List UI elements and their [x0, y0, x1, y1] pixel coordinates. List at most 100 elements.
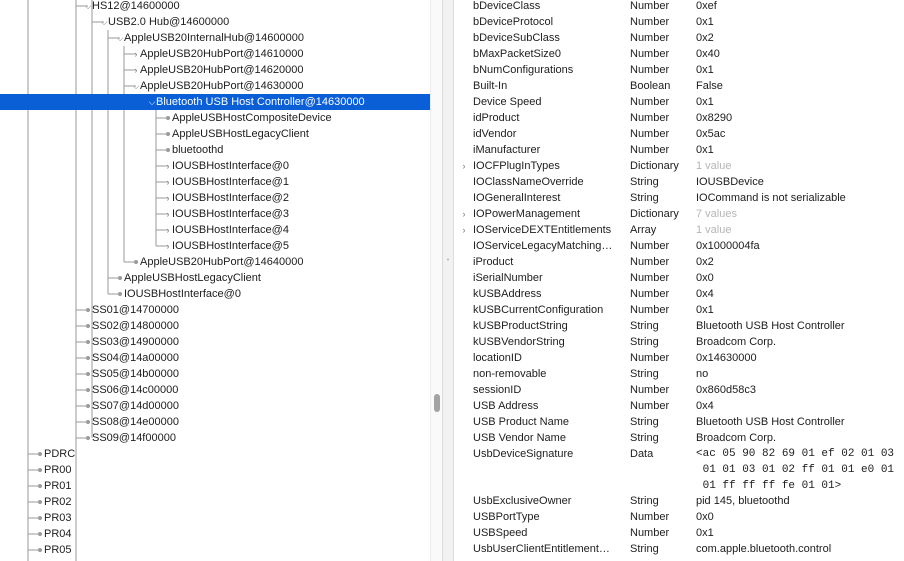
tree-row[interactable]: › AppleUSB20HubPort@14610000 [0, 46, 430, 62]
property-row[interactable]: non-removable String no [454, 366, 904, 382]
property-value: com.apple.bluetooth.control [696, 543, 832, 555]
tree-row[interactable]: ⌵ HS12@14600000 [0, 0, 430, 14]
tree-row[interactable]: SS07@14d00000 [0, 398, 430, 414]
tree-row-label: USB2.0 Hub@14600000 [108, 16, 230, 28]
chevron-right-icon[interactable]: › [459, 158, 469, 174]
property-type: Number [630, 16, 670, 28]
tree-row[interactable]: PR01 [0, 478, 430, 494]
property-value: 0x2 [696, 256, 714, 268]
tree-row[interactable]: SS01@14700000 [0, 302, 430, 318]
tree-row[interactable]: SS04@14a00000 [0, 350, 430, 366]
tree-row[interactable]: PR02 [0, 494, 430, 510]
tree-row[interactable]: › IOUSBHostInterface@5 [0, 238, 430, 254]
tree-row[interactable]: SS03@14900000 [0, 334, 430, 350]
tree-row[interactable]: AppleUSBHostCompositeDevice [0, 110, 430, 126]
property-row[interactable]: sessionID Number 0x860d58c3 [454, 382, 904, 398]
chevron-right-icon[interactable]: › [459, 222, 469, 238]
tree-row[interactable]: PR05 [0, 542, 430, 558]
property-row[interactable]: bNumConfigurations Number 0x1 [454, 62, 904, 78]
tree-row[interactable]: SS02@14800000 [0, 318, 430, 334]
property-row[interactable]: Device Speed Number 0x1 [454, 94, 904, 110]
property-row[interactable]: UsbUserClientEntitlement… String com.apple… [454, 541, 904, 557]
tree-row[interactable]: SS09@14f00000 [0, 430, 430, 446]
property-row[interactable]: Built-In Boolean False [454, 78, 904, 94]
tree-row[interactable]: IOUSBHostInterface@0 [0, 286, 430, 302]
property-key: kUSBVendorString [473, 336, 565, 348]
property-value: 0x1000004fa [696, 240, 760, 252]
property-row[interactable]: USB Product Name String Bluetooth USB Host… [454, 414, 904, 430]
property-row[interactable]: iProduct Number 0x2 [454, 254, 904, 270]
tree-row-label: PR00 [44, 464, 72, 476]
tree-row[interactable]: ⌵ USB2.0 Hub@14600000 [0, 14, 430, 30]
registry-tree[interactable]: ⌵ HS12@14600000 ⌵ USB2.0 Hub@14600000 ⌵ Apple… [0, 0, 430, 561]
tree-row[interactable]: PR03 [0, 510, 430, 526]
property-type: Number [630, 32, 670, 44]
tree-scrollbar-thumb[interactable] [434, 394, 440, 412]
property-row[interactable]: UsbDeviceSignature Data <ac 05 90 82 69 01… [454, 446, 904, 494]
property-row[interactable]: kUSBVendorString String Broadcom Corp. [454, 334, 904, 350]
property-type: Number [630, 352, 670, 364]
property-row[interactable]: USBSpeed Number 0x1 [454, 525, 904, 541]
tree-row-label: PR02 [44, 496, 72, 508]
property-row[interactable]: › IOPowerManagement Dictionary 7 values [454, 206, 904, 222]
property-key: IOServiceLegacyMatching… [473, 240, 613, 252]
property-row[interactable]: IOServiceLegacyMatching… Number 0x1000004f… [454, 238, 904, 254]
tree-row[interactable]: PR04 [0, 526, 430, 542]
property-type: String [630, 416, 659, 428]
tree-row[interactable]: SS08@14e00000 [0, 414, 430, 430]
property-row[interactable]: locationID Number 0x14630000 [454, 350, 904, 366]
tree-row[interactable]: › IOUSBHostInterface@2 [0, 190, 430, 206]
property-row[interactable]: › IOCFPlugInTypes Dictionary 1 value [454, 158, 904, 174]
tree-row[interactable]: › IOUSBHostInterface@0 [0, 158, 430, 174]
tree-row[interactable]: ⌵ AppleUSB20HubPort@14630000 [0, 78, 430, 94]
property-type: String [630, 432, 659, 444]
tree-row[interactable]: PDRC [0, 446, 430, 462]
property-row[interactable]: kUSBAddress Number 0x4 [454, 286, 904, 302]
property-row[interactable]: kUSBCurrentConfiguration Number 0x1 [454, 302, 904, 318]
property-key: kUSBProductString [473, 320, 568, 332]
property-row[interactable]: bDeviceProtocol Number 0x1 [454, 14, 904, 30]
property-row[interactable]: USBPortType Number 0x0 [454, 509, 904, 525]
property-key: bNumConfigurations [473, 64, 574, 76]
property-row[interactable]: IOGeneralInterest String IOCommand is not … [454, 190, 904, 206]
chevron-right-icon[interactable]: › [459, 206, 469, 222]
tree-row-label: IOUSBHostInterface@2 [172, 192, 289, 204]
property-value: pid 145, bluetoothd [696, 495, 790, 507]
property-type: String [630, 176, 659, 188]
tree-row[interactable]: › IOUSBHostInterface@3 [0, 206, 430, 222]
property-value: 0x860d58c3 [696, 384, 756, 396]
tree-row[interactable]: › IOUSBHostInterface@4 [0, 222, 430, 238]
property-row[interactable]: UsbExclusiveOwner String pid 145, bluetoot… [454, 493, 904, 509]
tree-row-selected[interactable]: ⌵ Bluetooth USB Host Controller@14630000 [0, 94, 430, 110]
tree-row[interactable]: SS05@14b00000 [0, 366, 430, 382]
tree-row[interactable]: AppleUSBHostLegacyClient [0, 270, 430, 286]
property-row[interactable]: idVendor Number 0x5ac [454, 126, 904, 142]
tree-row[interactable]: PR00 [0, 462, 430, 478]
property-row[interactable]: bMaxPacketSize0 Number 0x40 [454, 46, 904, 62]
property-row[interactable]: USB Address Number 0x4 [454, 398, 904, 414]
property-row[interactable]: IOClassNameOverride String IOUSBDevice [454, 174, 904, 190]
property-row[interactable]: kUSBProductString String Bluetooth USB Hos… [454, 318, 904, 334]
property-type: String [630, 543, 659, 555]
tree-row[interactable]: bluetoothd [0, 142, 430, 158]
property-row[interactable]: bDeviceClass Number 0xef [454, 0, 904, 14]
property-value: False [696, 80, 723, 92]
property-type: Number [630, 112, 670, 124]
tree-row[interactable]: SS06@14c00000 [0, 382, 430, 398]
property-row[interactable]: bDeviceSubClass Number 0x2 [454, 30, 904, 46]
property-row[interactable]: iManufacturer Number 0x1 [454, 142, 904, 158]
tree-row[interactable]: AppleUSBHostLegacyClient [0, 126, 430, 142]
property-key: Built-In [473, 80, 508, 92]
tree-row[interactable]: ⌵ AppleUSB20InternalHub@14600000 [0, 30, 430, 46]
property-row[interactable]: › IOServiceDEXTEntitlements Array 1 value [454, 222, 904, 238]
tree-row[interactable]: › AppleUSB20HubPort@14620000 [0, 62, 430, 78]
property-type: Number [630, 48, 670, 60]
property-row[interactable]: iSerialNumber Number 0x0 [454, 270, 904, 286]
property-type: Number [630, 272, 670, 284]
property-row[interactable]: idProduct Number 0x8290 [454, 110, 904, 126]
property-row[interactable]: USB Vendor Name String Broadcom Corp. [454, 430, 904, 446]
tree-row[interactable]: › IOUSBHostInterface@1 [0, 174, 430, 190]
tree-row[interactable]: AppleUSB20HubPort@14640000 [0, 254, 430, 270]
split-view-divider[interactable]: • [442, 0, 454, 561]
property-type: Number [630, 64, 670, 76]
